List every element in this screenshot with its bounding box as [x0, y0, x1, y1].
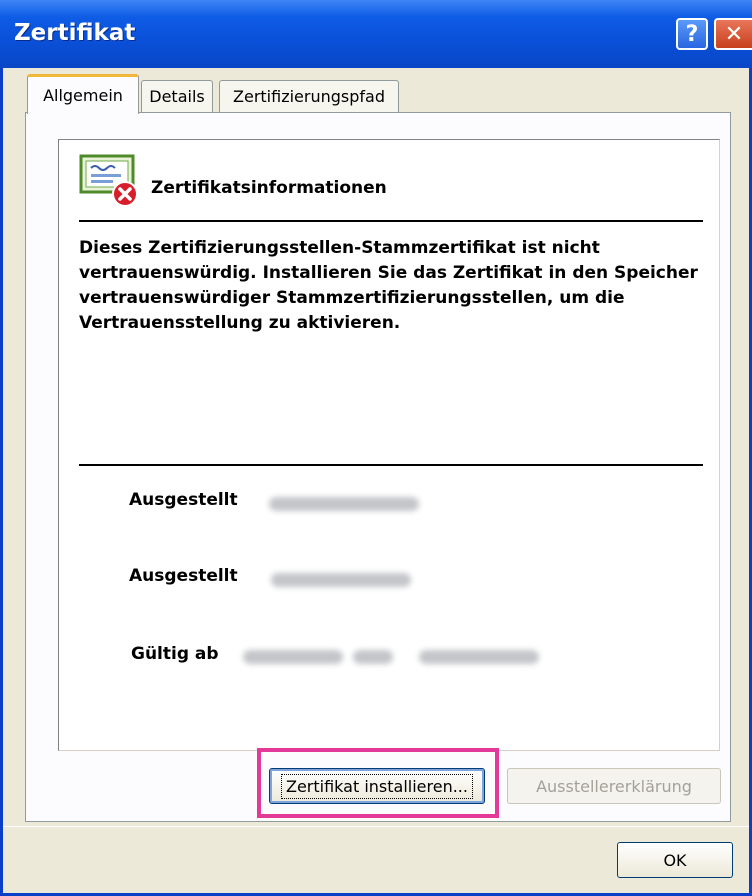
valid-to-value-redacted [419, 650, 539, 664]
certificate-error-icon [79, 154, 138, 207]
highlight-frame [257, 748, 499, 818]
divider-bottom [79, 464, 703, 466]
valid-from-label: Gültig ab [131, 644, 219, 664]
tab-panel-general: Zertifikatsinformationen Dieses Zertifiz… [25, 112, 731, 822]
tab-zertifizierungspfad[interactable]: Zertifizierungspfad [219, 80, 399, 112]
validity-connector-redacted [353, 650, 393, 664]
valid-from-value-redacted [243, 650, 343, 664]
certificate-dialog: Zertifikat ? ✕ Allgemein Details Zertifi… [0, 0, 752, 896]
trust-message: Dieses Zertifizierungsstellen-Stammzerti… [79, 238, 698, 333]
help-button[interactable]: ? [676, 18, 708, 50]
ok-button[interactable]: OK [617, 842, 733, 878]
issuer-statement-button: Ausstellererklärung [507, 768, 721, 804]
issued-to-value-redacted [269, 497, 419, 511]
tab-details[interactable]: Details [141, 80, 213, 112]
certificate-info-box: Zertifikatsinformationen Dieses Zertifiz… [58, 139, 720, 751]
title-bar[interactable]: Zertifikat ? ✕ [0, 0, 752, 68]
window-title: Zertifikat [14, 20, 136, 46]
separator [3, 826, 749, 827]
info-heading: Zertifikatsinformationen [151, 178, 387, 198]
tab-allgemein[interactable]: Allgemein [27, 74, 139, 114]
issued-to-label: Ausgestellt [129, 490, 238, 510]
issued-by-label: Ausgestellt [129, 566, 238, 586]
issued-by-value-redacted [271, 573, 411, 587]
close-button[interactable]: ✕ [714, 18, 752, 50]
divider-top [79, 220, 703, 222]
